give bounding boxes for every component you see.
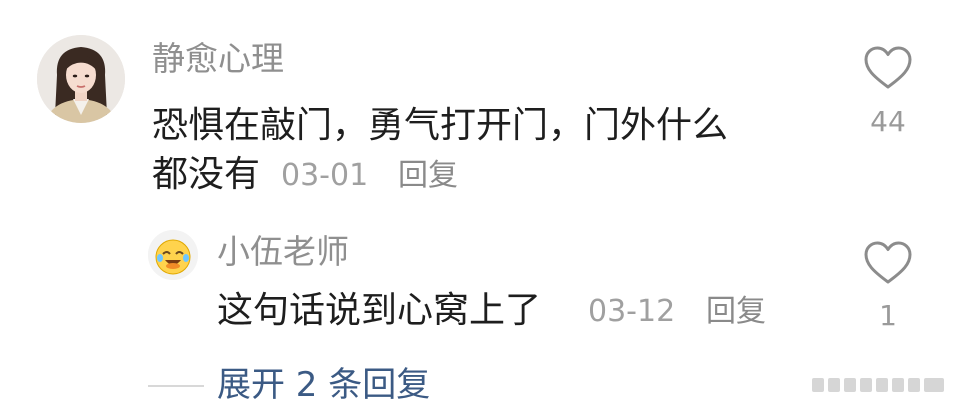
comment-like-button[interactable] [863,45,913,95]
heart-outline-icon [864,46,912,89]
comment-username[interactable]: 静愈心理 [152,42,284,75]
comment-like-count: 44 [870,105,906,138]
reply-reply-button[interactable]: 回复 [706,297,766,327]
reply-text: 这句话说到心窝上了 [217,290,542,331]
reply-avatar[interactable] [148,230,198,280]
divider [148,385,204,387]
comment-text-line-1: 恐惧在敲门，勇气打开门，门外什么 [152,105,729,146]
avatar[interactable] [37,35,125,123]
comment-reply-button[interactable]: 回复 [398,161,458,191]
comment-date: 03-01 [281,158,369,193]
user-avatar-image [37,35,125,123]
watermark [812,372,948,396]
reply-date: 03-12 [588,294,676,329]
comment-text-line-2: 都没有 [152,154,261,195]
heart-outline-icon [864,241,912,284]
emoji-avatar-icon [148,230,198,280]
expand-replies-button[interactable]: 展开 2 条回复 [217,368,430,402]
reply-like-button[interactable] [863,240,913,290]
reply-like-count: 1 [879,299,897,332]
reply-username[interactable]: 小伍老师 [217,235,349,268]
